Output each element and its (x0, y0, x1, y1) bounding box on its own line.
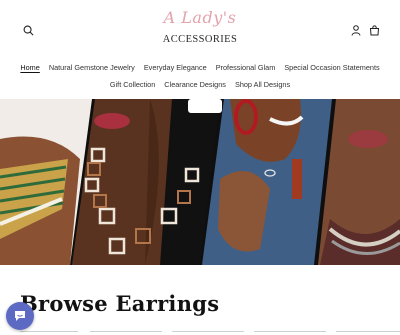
nav-item-gift-collection[interactable]: Gift Collection (110, 78, 155, 91)
hero-panel-necklace (72, 99, 220, 265)
site-logo[interactable]: A Lady's ACCESSORIES (150, 8, 250, 50)
nav-item-everyday-elegance[interactable]: Everyday Elegance (144, 61, 207, 74)
hero-collage-image (0, 99, 400, 265)
nav-item-natural-gemstone-jewelry[interactable]: Natural Gemstone Jewelry (49, 61, 135, 74)
cart-icon (369, 24, 379, 35)
nav-item-shop-all-designs[interactable]: Shop All Designs (235, 78, 290, 91)
site-header: A Lady's ACCESSORIES (0, 0, 400, 56)
chat-button[interactable] (6, 302, 34, 330)
chat-icon (15, 311, 25, 321)
product-card-edge[interactable] (254, 331, 326, 335)
account-button[interactable] (347, 21, 365, 39)
nav-row-primary: Home Natural Gemstone Jewelry Everyday E… (0, 61, 400, 74)
cart-button[interactable] (365, 21, 383, 39)
nav-item-clearance-designs[interactable]: Clearance Designs (164, 78, 226, 91)
product-card-edge[interactable] (172, 331, 244, 335)
nav-row-secondary: Gift Collection Clearance Designs Shop A… (0, 78, 400, 91)
product-card-edge[interactable] (20, 331, 78, 335)
hero-banner-collage[interactable] (0, 99, 400, 265)
product-card-edge[interactable] (336, 331, 400, 335)
product-card-edge[interactable] (90, 331, 162, 335)
logo-caps-text: ACCESSORIES (162, 34, 238, 45)
search-button[interactable] (19, 21, 37, 39)
product-cards-row (0, 331, 400, 335)
nav-item-home[interactable]: Home (20, 61, 39, 74)
account-icon (351, 24, 361, 36)
search-icon (23, 25, 33, 35)
nav-item-professional-glam[interactable]: Professional Glam (216, 61, 276, 74)
section-title: Browse Earrings (20, 291, 220, 316)
nav-item-special-occasion-statements[interactable]: Special Occasion Statements (284, 61, 379, 74)
logo-script-text: A Lady's (163, 8, 237, 27)
hero-panel-earring (202, 99, 332, 265)
hero-top-tab (188, 99, 222, 113)
